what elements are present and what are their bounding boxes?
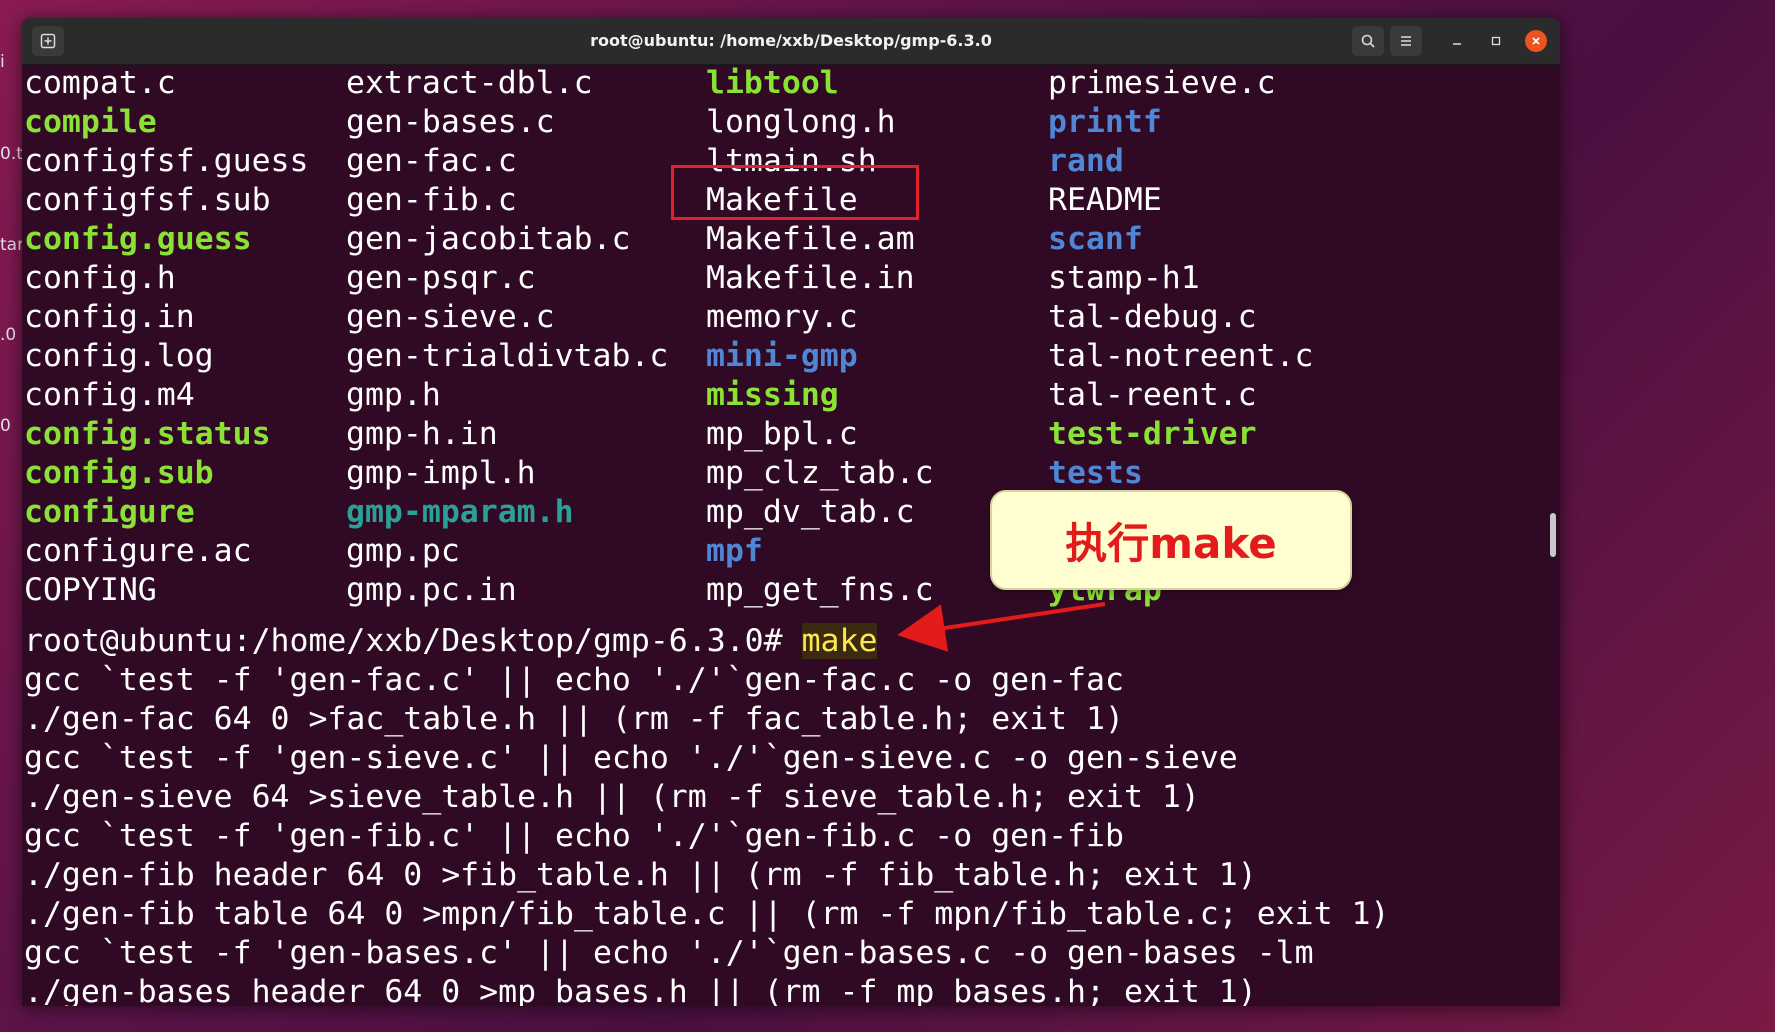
annotation-arrow (897, 602, 1106, 652)
callout-execute-make: 执行make (990, 490, 1352, 590)
